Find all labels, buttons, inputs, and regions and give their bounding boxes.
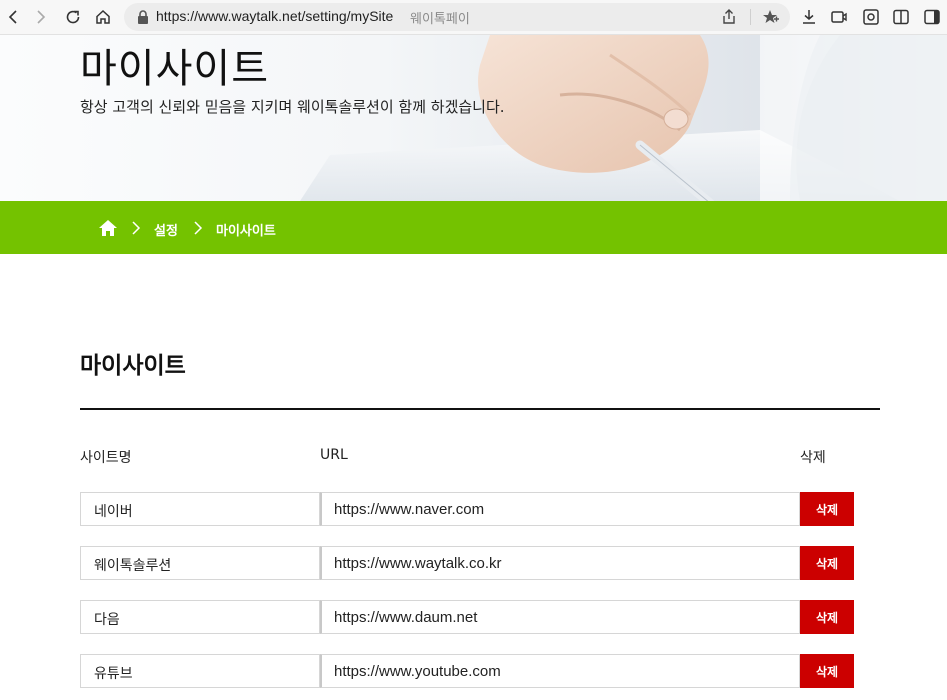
- browser-toolbar: https://www.waytalk.net/setting/mySite 웨…: [0, 0, 947, 35]
- site-row: 다음 https://www.daum.net 삭제: [80, 600, 855, 634]
- downloads-button[interactable]: [797, 5, 821, 29]
- breadcrumb-item-mysite[interactable]: 마이사이트: [216, 220, 276, 239]
- split-view-button[interactable]: [889, 5, 913, 29]
- delete-button[interactable]: 삭제: [800, 654, 854, 688]
- site-url-field[interactable]: https://www.waytalk.co.kr: [320, 546, 800, 580]
- page-tab-title: 웨이톡페이: [410, 12, 470, 27]
- hero-title: 마이사이트: [80, 46, 269, 92]
- site-name-field[interactable]: 유튜브: [80, 654, 320, 688]
- reload-icon: [66, 10, 80, 24]
- screen-capture-button[interactable]: [827, 5, 851, 29]
- site-name-field[interactable]: 네이버: [80, 492, 320, 526]
- address-separator: [750, 9, 751, 25]
- forward-icon: [37, 10, 46, 24]
- chevron-right-icon: [132, 221, 141, 235]
- breadcrumb-home-icon[interactable]: [98, 219, 118, 237]
- split-view-icon: [893, 9, 909, 25]
- delete-button[interactable]: 삭제: [800, 600, 854, 634]
- hero-subtitle: 항상 고객의 신뢰와 믿음을 지키며 웨이톡솔루션이 함께 하겠습니다.: [80, 98, 505, 116]
- hero-banner: 마이사이트 항상 고객의 신뢰와 믿음을 지키며 웨이톡솔루션이 함께 하겠습니…: [0, 35, 947, 201]
- camera-button[interactable]: [859, 5, 883, 29]
- sidebar-button[interactable]: [920, 5, 944, 29]
- back-button[interactable]: [0, 4, 26, 30]
- site-row: 웨이톡솔루션 https://www.waytalk.co.kr 삭제: [80, 546, 855, 580]
- site-name-field[interactable]: 웨이톡솔루션: [80, 546, 320, 580]
- column-header-site-name: 사이트명: [80, 450, 132, 466]
- site-row: 유튜브 https://www.youtube.com 삭제: [80, 654, 855, 688]
- home-icon: [96, 9, 110, 24]
- share-icon[interactable]: [720, 8, 738, 26]
- reload-button[interactable]: [60, 4, 86, 30]
- site-row: 네이버 https://www.naver.com 삭제: [80, 492, 855, 526]
- forward-button[interactable]: [28, 4, 54, 30]
- delete-button[interactable]: 삭제: [800, 492, 854, 526]
- chevron-right-icon: [194, 221, 203, 235]
- title-divider: [80, 408, 880, 410]
- sidebar-icon: [924, 9, 940, 25]
- camera-icon: [863, 9, 879, 25]
- address-bar[interactable]: https://www.waytalk.net/setting/mySite 웨…: [124, 3, 790, 31]
- site-name-field[interactable]: 다음: [80, 600, 320, 634]
- breadcrumb-item-settings[interactable]: 설정: [154, 220, 178, 239]
- site-url-field[interactable]: https://www.naver.com: [320, 492, 800, 526]
- page-title: 마이사이트: [80, 353, 186, 379]
- delete-button[interactable]: 삭제: [800, 546, 854, 580]
- favorites-icon[interactable]: [762, 8, 780, 26]
- breadcrumb: 설정 마이사이트: [0, 201, 947, 254]
- back-icon: [8, 10, 17, 24]
- screen-capture-icon: [831, 11, 847, 23]
- column-header-url: URL: [320, 447, 348, 463]
- site-url-field[interactable]: https://www.youtube.com: [320, 654, 800, 688]
- browser-home-button[interactable]: [90, 4, 116, 30]
- column-header-delete: 삭제: [800, 450, 826, 466]
- url-text[interactable]: https://www.waytalk.net/setting/mySite: [156, 8, 393, 24]
- download-icon: [803, 10, 815, 24]
- site-url-field[interactable]: https://www.daum.net: [320, 600, 800, 634]
- lock-icon: [138, 10, 148, 24]
